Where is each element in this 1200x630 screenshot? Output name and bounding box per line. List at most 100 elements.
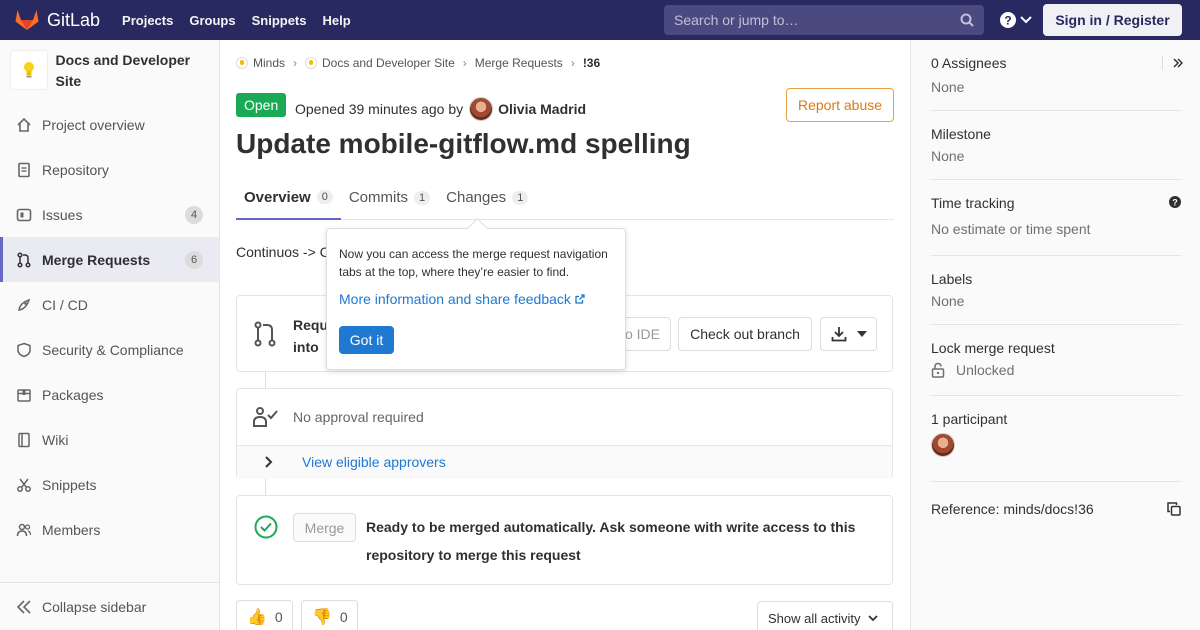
participants-block: 1 participant xyxy=(931,411,1181,482)
sidebar-item-repository[interactable]: Repository xyxy=(0,147,219,192)
check-out-branch-button[interactable]: Check out branch xyxy=(678,317,812,351)
activity-filter-dropdown[interactable]: Show all activity xyxy=(757,601,893,630)
timeline-connector xyxy=(265,479,266,495)
divider xyxy=(1162,56,1163,70)
breadcrumb: Minds › Docs and Developer Site › Merge … xyxy=(236,56,600,70)
status-badge: Open xyxy=(236,93,287,117)
right-sidebar: 0 Assignees None Milestone None Time tra… xyxy=(910,40,1200,630)
sidebar-item-ci-cd[interactable]: CI / CD xyxy=(0,282,219,327)
author-avatar[interactable] xyxy=(469,97,494,121)
project-name: Docs and Developer Site xyxy=(55,52,191,89)
check-circle-icon xyxy=(254,515,278,539)
thumbs-up-count: 0 xyxy=(274,609,283,625)
unlock-icon xyxy=(931,362,945,378)
nav-groups[interactable]: Groups xyxy=(189,13,235,28)
tab-commits[interactable]: Commits 1 xyxy=(341,176,438,219)
double-chevron-left-icon xyxy=(16,599,31,614)
download-icon xyxy=(831,327,846,342)
participant-avatar[interactable] xyxy=(931,433,955,457)
collapse-right-sidebar-icon[interactable] xyxy=(1173,58,1183,68)
merge-button[interactable]: Merge xyxy=(293,513,356,542)
merge-widget: Merge Ready to be merged automatically. … xyxy=(236,495,893,585)
sidebar-item-issues[interactable]: Issues 4 xyxy=(0,192,219,237)
more-information-link[interactable]: More information and share feedback xyxy=(339,291,585,307)
book-icon xyxy=(18,432,30,447)
participants-title: 1 participant xyxy=(931,411,1008,427)
tab-changes[interactable]: Changes 1 xyxy=(438,176,536,219)
lock-title: Lock merge request xyxy=(931,340,1055,356)
report-abuse-button[interactable]: Report abuse xyxy=(786,88,894,122)
collapse-sidebar-button[interactable]: Collapse sidebar xyxy=(0,582,219,630)
author-name[interactable]: Olivia Madrid xyxy=(498,101,586,117)
project-avatar xyxy=(10,50,48,90)
tab-overview[interactable]: Overview 0 xyxy=(236,176,341,220)
reference-text: Reference: minds/docs!36 xyxy=(931,501,1094,517)
sidebar-item-packages[interactable]: Packages xyxy=(0,372,219,417)
got-it-button[interactable]: Got it xyxy=(339,326,394,354)
view-approvers-link[interactable]: View eligible approvers xyxy=(302,454,446,470)
download-dropdown-button[interactable] xyxy=(820,317,877,351)
sidebar-item-security-compliance[interactable]: Security & Compliance xyxy=(0,327,219,372)
tab-label: Changes xyxy=(446,189,507,206)
merge-info-text: Requ into xyxy=(293,314,328,358)
nav-projects[interactable]: Projects xyxy=(122,13,173,28)
sidebar-item-label: Issues xyxy=(42,206,83,223)
assignees-title: 0 Assignees xyxy=(931,55,1007,71)
home-icon xyxy=(17,117,31,132)
doc-icon xyxy=(18,162,30,177)
breadcrumb-current[interactable]: !36 xyxy=(583,56,600,70)
chevron-right-icon: › xyxy=(570,56,575,70)
milestone-title: Milestone xyxy=(931,126,991,142)
chevron-right-icon: › xyxy=(293,56,298,70)
chevron-down-icon xyxy=(868,614,879,621)
approval-status: No approval required xyxy=(293,409,424,425)
approval-user-icon xyxy=(253,407,278,427)
search-icon xyxy=(960,13,974,27)
assignees-value: None xyxy=(931,79,965,95)
time-tracking-value: No estimate or time spent xyxy=(931,221,1091,237)
labels-value: None xyxy=(931,293,965,309)
approval-card: No approval required View eligible appro… xyxy=(236,388,893,479)
thumbs-down-count: 0 xyxy=(339,609,348,625)
sidebar-item-label: Snippets xyxy=(42,476,97,493)
copy-icon[interactable] xyxy=(1167,502,1181,516)
collapse-label: Collapse sidebar xyxy=(42,598,147,615)
nav-snippets[interactable]: Snippets xyxy=(252,13,307,28)
activity-filter-label: Show all activity xyxy=(768,610,861,626)
mr-description: Continuos -> C xyxy=(236,244,330,260)
svg-text:?: ? xyxy=(1172,198,1178,208)
lightbulb-icon xyxy=(23,62,34,78)
rocket-icon xyxy=(18,298,31,311)
breadcrumb-merge-requests[interactable]: Merge Requests xyxy=(475,56,563,70)
help-icon[interactable]: ? xyxy=(1169,196,1181,208)
group-avatar-icon xyxy=(236,57,248,69)
nav-help[interactable]: Help xyxy=(323,13,351,28)
sidebar-item-label: Project overview xyxy=(42,116,145,133)
search-input[interactable]: Search or jump to… xyxy=(664,5,984,35)
ready-to-merge-text: Ready to be merged automatically. Ask so… xyxy=(366,519,856,563)
thumbs-up-button[interactable]: 👍 0 xyxy=(236,600,293,630)
page-title: Update mobile-gitflow.md spelling xyxy=(236,128,691,159)
tab-count: 0 xyxy=(316,190,333,204)
merge-info-line2: into xyxy=(293,339,319,355)
sidebar-item-wiki[interactable]: Wiki xyxy=(0,417,219,462)
breadcrumb-project[interactable]: Docs and Developer Site xyxy=(322,56,455,70)
sidebar-item-snippets[interactable]: Snippets xyxy=(0,462,219,507)
help-dropdown[interactable]: ? xyxy=(1000,12,1032,28)
sidebar-item-merge-requests[interactable]: Merge Requests 6 xyxy=(0,237,219,282)
tab-count: 1 xyxy=(512,190,529,205)
breadcrumb-minds[interactable]: Minds xyxy=(253,56,285,70)
sidebar-item-project-overview[interactable]: Project overview xyxy=(0,102,219,147)
tab-label: Overview xyxy=(244,188,311,206)
sidebar-item-label: Repository xyxy=(42,161,109,178)
question-icon: ? xyxy=(1000,12,1016,28)
sidebar-item-members[interactable]: Members xyxy=(0,507,219,552)
gitlab-logo[interactable]: GitLab xyxy=(15,9,100,31)
eligible-approvers-row[interactable]: View eligible approvers xyxy=(237,446,892,479)
time-tracking-title: Time tracking xyxy=(931,195,1015,211)
thumbs-down-button[interactable]: 👎 0 xyxy=(301,600,358,630)
more-information-label: More information and share feedback xyxy=(339,291,571,307)
sidebar-item-label: Security & Compliance xyxy=(42,341,184,358)
sign-in-button[interactable]: Sign in / Register xyxy=(1043,4,1182,36)
project-header[interactable]: Docs and Developer Site xyxy=(0,40,219,100)
